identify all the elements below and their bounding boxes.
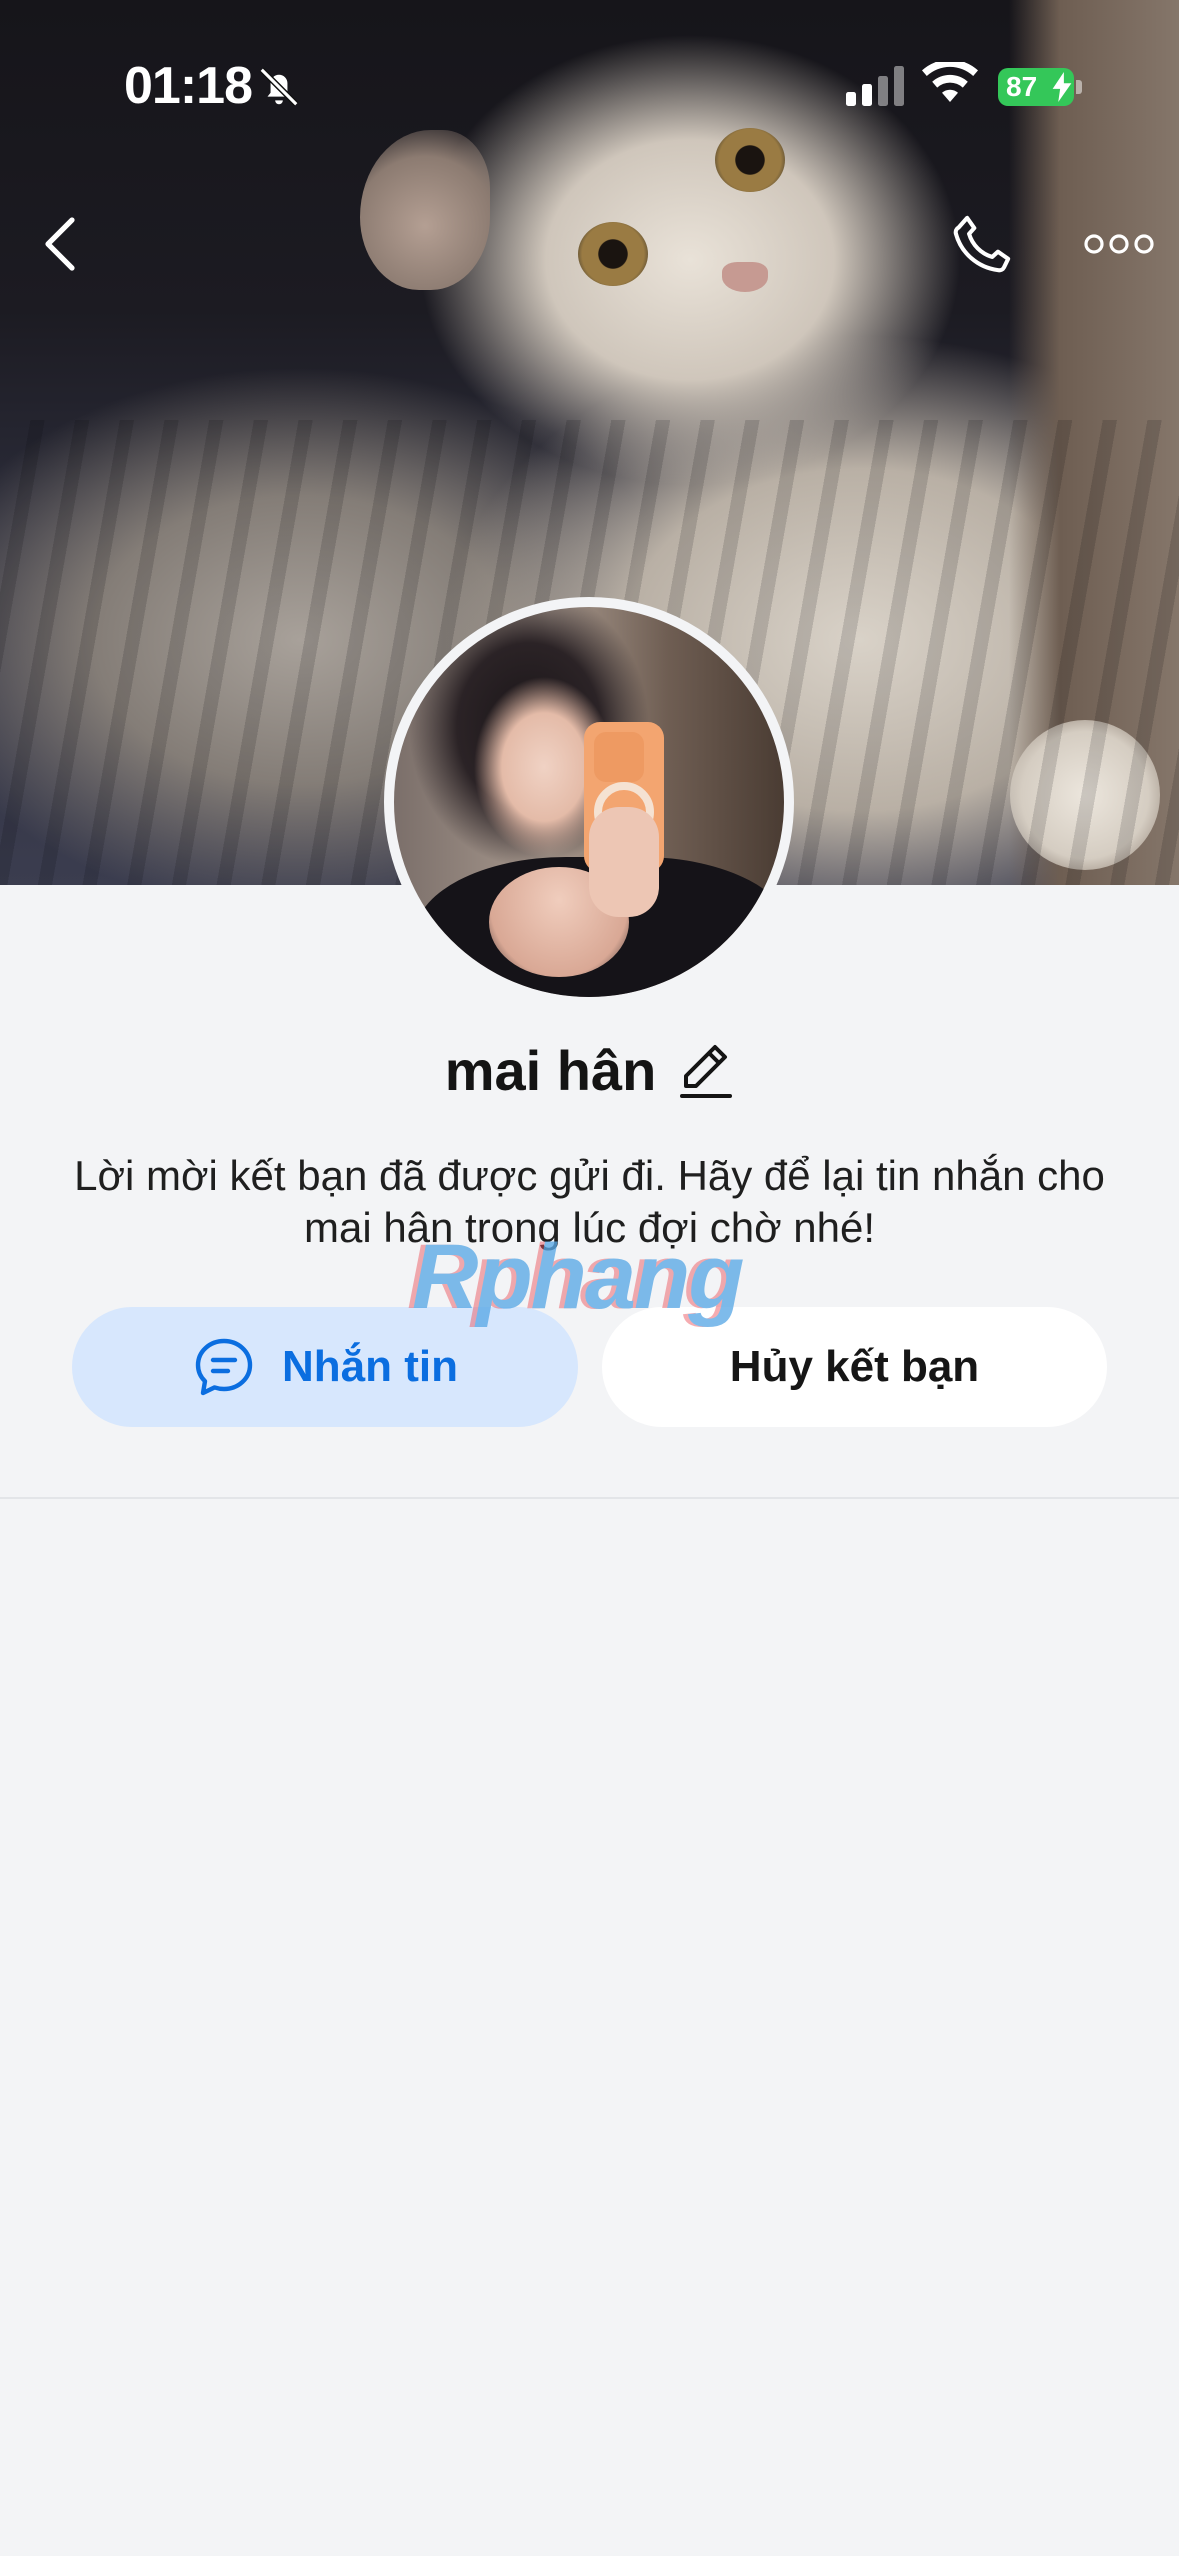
cover-cat-eye xyxy=(715,128,785,192)
bell-off-icon xyxy=(259,67,299,107)
charging-bolt-icon xyxy=(1052,72,1072,102)
send-message-label: Nhắn tin xyxy=(282,1342,458,1391)
cancel-friend-request-label: Hủy kết bạn xyxy=(729,1342,980,1391)
wifi-icon xyxy=(922,62,978,102)
section-divider xyxy=(0,1497,1179,1499)
avatar[interactable] xyxy=(384,597,794,1007)
chevron-left-icon xyxy=(45,217,75,271)
more-options-button[interactable] xyxy=(1074,204,1164,284)
battery-cap xyxy=(1076,80,1082,94)
chat-bubble-icon xyxy=(195,1338,253,1396)
cover-cat-eye xyxy=(578,222,648,286)
profile-name: mai hân xyxy=(444,1038,657,1102)
status-time: 01:18 xyxy=(124,57,253,115)
call-button[interactable] xyxy=(942,204,1022,284)
phone-icon xyxy=(953,215,1011,273)
profile-screen: 01:18 87 mai hân Lời mời kết bạn đã được… xyxy=(0,0,1179,2556)
watermark-logo: Rphang xyxy=(412,1226,744,1328)
cover-cat-nose xyxy=(722,262,768,292)
cellular-signal-icon xyxy=(846,66,904,106)
profile-name-row: mai hân xyxy=(0,1030,1179,1110)
avatar-photo-hand xyxy=(589,807,659,917)
more-horizontal-icon xyxy=(1084,234,1154,254)
back-button[interactable] xyxy=(22,204,102,284)
avatar-photo-camera xyxy=(594,732,644,782)
cover-cat-ear xyxy=(360,130,490,290)
edit-pencil-icon[interactable] xyxy=(678,1039,734,1101)
